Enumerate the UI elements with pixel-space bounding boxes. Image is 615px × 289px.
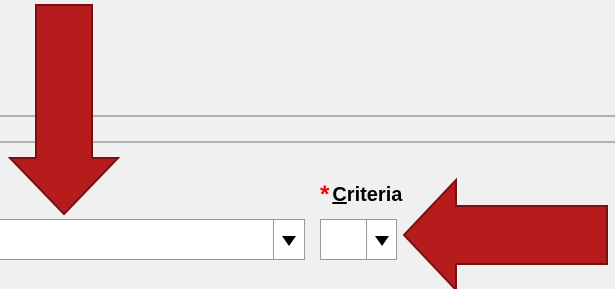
criteria-select[interactable] [320, 219, 397, 260]
chevron-down-icon [374, 235, 389, 246]
chevron-down-icon [282, 235, 296, 246]
separator-line-top [0, 115, 615, 117]
down-arrow-icon [7, 4, 121, 216]
criteria-label-text: riteria [346, 184, 403, 206]
first-select[interactable] [0, 219, 305, 260]
criteria-label-mnemonic: C [332, 184, 347, 206]
required-marker: * [320, 181, 330, 208]
criteria-label: * Criteria [320, 181, 402, 209]
left-arrow-icon [402, 177, 608, 289]
separator-line-bottom [0, 141, 615, 143]
criteria-select-dropdown-button[interactable] [366, 220, 396, 259]
first-select-dropdown-button[interactable] [273, 220, 304, 259]
